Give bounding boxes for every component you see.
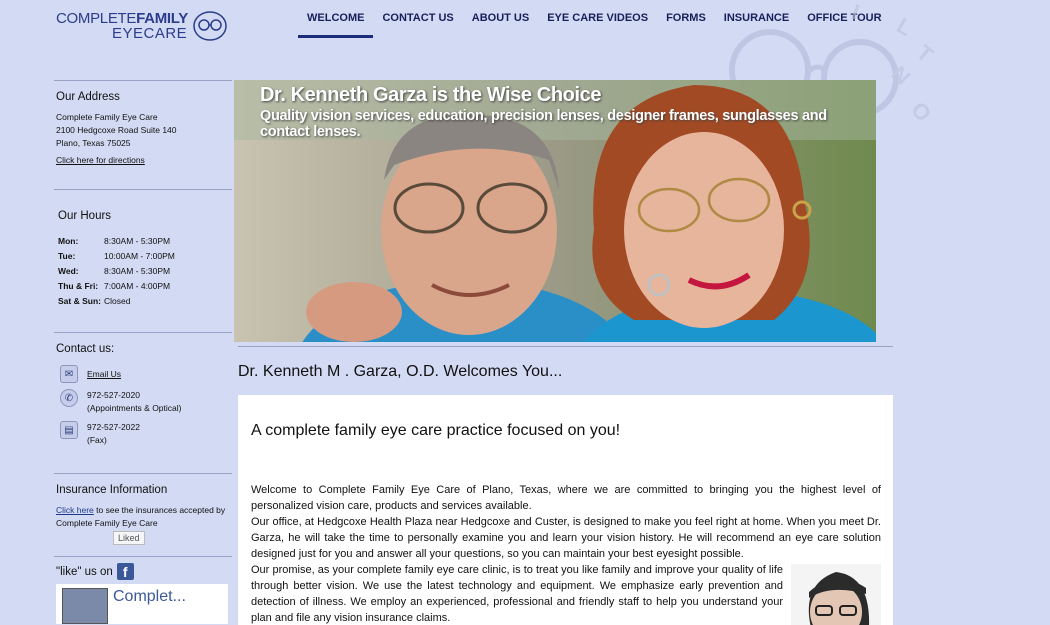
hours-row: Sat & Sun: Closed xyxy=(58,296,131,306)
nav-about-us[interactable]: ABOUT US xyxy=(463,0,538,38)
promise-paragraph: Our promise, as your complete family eye… xyxy=(251,564,783,624)
office-paragraph: Our office, at Hedgcoxe Health Plaza nea… xyxy=(251,516,881,560)
svg-text:O: O xyxy=(906,97,936,126)
welcome-paragraph: Welcome to Complete Family Eye Care of P… xyxy=(251,484,881,512)
hours-section: Our Hours Mon: 8:30AM - 5:30PM Tue: 10:00A… xyxy=(54,189,232,332)
facebook-page-thumbnail xyxy=(62,588,108,624)
facebook-section: "like" us on f Complet... xyxy=(54,556,232,625)
nav-eye-care-videos[interactable]: EYE CARE VIDEOS xyxy=(538,0,657,38)
contact-title: Contact us: xyxy=(56,343,115,355)
street-address: 2100 Hedgcoxe Road Suite 140 xyxy=(56,125,177,135)
facebook-page-name[interactable]: Complet... xyxy=(113,588,186,624)
fax-row: ▤ 972-527-2022 (Fax) xyxy=(56,421,230,447)
email-link[interactable]: Email Us xyxy=(87,368,121,381)
hours-row: Mon: 8:30AM - 5:30PM xyxy=(58,236,171,246)
phone-row: ✆ 972-527-2020 (Appointments & Optical) xyxy=(56,389,230,415)
facebook-icon[interactable]: f xyxy=(116,563,134,580)
svg-text:L: L xyxy=(893,13,917,41)
directions-link[interactable]: Click here for directions xyxy=(56,155,145,165)
hours-title: Our Hours xyxy=(58,210,112,222)
practice-name: Complete Family Eye Care xyxy=(56,112,158,122)
svg-text:I: I xyxy=(848,0,862,25)
phone-icon: ✆ xyxy=(60,389,78,407)
nav-welcome[interactable]: WELCOME xyxy=(298,0,374,38)
city-address: Plano, Texas 75025 xyxy=(56,138,131,148)
content-heading: A complete family eye care practice focu… xyxy=(251,422,621,439)
insurance-text: Click here to see the insurances accepte… xyxy=(56,505,226,528)
fax-note: (Fax) xyxy=(87,435,107,445)
insurance-link[interactable]: Click here xyxy=(56,505,94,515)
insurance-title: Insurance Information xyxy=(56,484,168,496)
glasses-icon xyxy=(193,11,227,41)
hero-banner: Dr. Kenneth Garza is the Wise Choice Qua… xyxy=(234,80,876,342)
banner-subtitle: Quality vision services, education, prec… xyxy=(260,108,827,140)
phone-note: (Appointments & Optical) xyxy=(87,403,182,413)
logo-line2: EYECARE xyxy=(112,25,188,42)
staff-photo xyxy=(791,564,881,625)
facebook-like-label: "like" us on f xyxy=(56,563,230,580)
fax-number: 972-527-2022 xyxy=(87,422,140,432)
svg-text:T: T xyxy=(912,40,939,68)
hours-row: Thu & Fri: 7:00AM - 4:00PM xyxy=(58,281,171,291)
facebook-widget[interactable]: Complet... xyxy=(56,584,228,624)
email-icon: ✉ xyxy=(60,365,78,383)
email-row: ✉ Email Us xyxy=(56,365,230,383)
divider xyxy=(238,346,893,347)
site-logo[interactable]: COMPLETEFAMILY EYECARE xyxy=(56,10,231,46)
main-content: A complete family eye care practice focu… xyxy=(238,395,893,625)
hours-row: Tue: 10:00AM - 7:00PM xyxy=(58,251,175,261)
hours-row: Wed: 8:30AM - 5:30PM xyxy=(58,266,171,276)
address-title: Our Address xyxy=(56,91,120,103)
contact-section: Contact us: ✉ Email Us ✆ 972-527-2020 (A… xyxy=(54,332,232,473)
facebook-liked-button[interactable]: Liked xyxy=(113,531,145,545)
phone-number: 972-527-2020 xyxy=(87,390,140,400)
fax-icon: ▤ xyxy=(60,421,78,439)
nav-contact-us[interactable]: CONTACT US xyxy=(373,0,462,38)
welcome-heading: Dr. Kenneth M . Garza, O.D. Welcomes You… xyxy=(238,363,563,380)
banner-title: Dr. Kenneth Garza is the Wise Choice xyxy=(260,84,602,106)
address-section: Our Address Complete Family Eye Care 210… xyxy=(54,80,232,189)
